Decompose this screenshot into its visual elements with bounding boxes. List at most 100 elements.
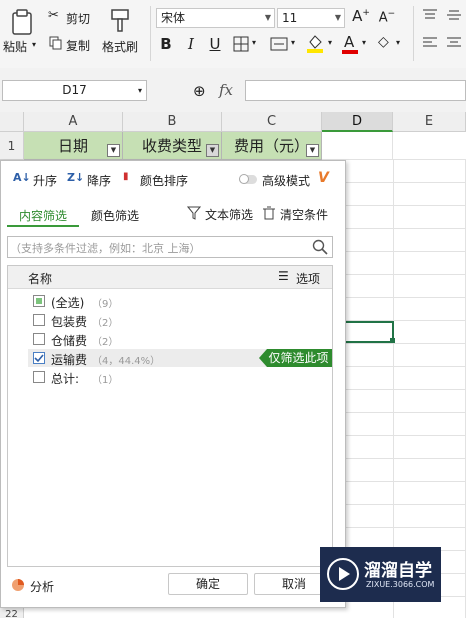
font-name-select[interactable]: 宋体 ▼ xyxy=(156,8,275,28)
sort-descending-button[interactable]: Z↓ 降序 xyxy=(67,171,115,189)
advanced-mode-toggle[interactable]: 高级模式 V xyxy=(239,170,335,189)
row-header-22[interactable]: 22 xyxy=(0,608,24,620)
color-sort-button[interactable]: ▮ 颜色排序 xyxy=(123,171,195,189)
checkbox-unchecked[interactable] xyxy=(33,333,45,345)
search-icon xyxy=(312,239,328,255)
checkbox-unchecked[interactable] xyxy=(33,371,45,383)
header-cell-date[interactable]: 日期 ▼ xyxy=(24,132,123,160)
item-count: （2） xyxy=(92,318,119,329)
fx-button[interactable]: fx xyxy=(219,81,233,99)
column-label: D xyxy=(351,114,362,129)
partial-fill xyxy=(36,298,42,304)
tab-label: 颜色筛选 xyxy=(91,209,140,223)
tab-color-filter[interactable]: 颜色筛选 xyxy=(83,201,155,227)
align-left-button[interactable] xyxy=(422,36,438,52)
checkbox-partial[interactable] xyxy=(33,295,45,307)
list-item-select-all[interactable]: (全选) （9） xyxy=(8,292,332,310)
copy-icon xyxy=(49,36,62,50)
bold-button[interactable]: B xyxy=(158,35,174,53)
column-header-b[interactable]: B xyxy=(123,112,222,132)
name-box-value: D17 xyxy=(62,83,87,97)
options-button[interactable]: ☰ 选项 xyxy=(278,269,328,286)
toggle-knob xyxy=(239,174,249,184)
cell-text: 费用（元） xyxy=(233,137,309,155)
column-header-c[interactable]: C xyxy=(222,112,322,132)
filter-dropdown-icon[interactable]: ▼ xyxy=(306,144,319,157)
select-all-corner[interactable] xyxy=(0,112,24,132)
merge-cells-button[interactable]: ▾ xyxy=(270,34,302,54)
filter-search-input[interactable]: （支持多条件过滤，例如：北京 上海） xyxy=(7,236,333,258)
checkmark-icon xyxy=(34,354,44,363)
align-center-icon xyxy=(447,37,461,47)
item-count: （2） xyxy=(92,337,119,348)
copy-label: 复制 xyxy=(66,39,91,53)
only-filter-this-button[interactable]: 仅筛选此项 xyxy=(259,349,332,367)
column-header-e[interactable]: E xyxy=(393,112,466,132)
clear-conditions-button[interactable]: 清空条件 xyxy=(263,205,335,223)
cut-label: 剪切 xyxy=(66,12,91,26)
header-cell-fee-type[interactable]: 收费类型 ▼ xyxy=(123,132,222,160)
item-label: 仓储费 xyxy=(51,334,88,348)
tab-content-filter[interactable]: 内容筛选 xyxy=(7,201,79,227)
sort-ascending-button[interactable]: A↓ 升序 xyxy=(13,171,61,189)
align-middle-button[interactable] xyxy=(446,8,462,24)
paste-button[interactable]: 粘贴 ▾ xyxy=(3,4,43,54)
align-middle-icon xyxy=(447,10,461,20)
chevron-down-icon: ▾ xyxy=(291,38,296,47)
checkbox-checked[interactable] xyxy=(33,352,45,364)
cut-button[interactable]: ✂ 剪切 xyxy=(48,8,96,26)
divider xyxy=(413,6,414,61)
cell-d1[interactable] xyxy=(322,132,393,160)
paint-bucket-icon xyxy=(307,35,323,53)
column-header-a[interactable]: A xyxy=(24,112,123,132)
item-label: 包装费 xyxy=(51,315,88,329)
italic-button[interactable]: I xyxy=(183,35,199,53)
toggle-switch xyxy=(239,174,257,184)
ribbon-toolbar: 粘贴 ▾ ✂ 剪切 复制 格式刷 宋体 ▼ 11 ▼ A+ A− B I U ▾… xyxy=(0,0,466,69)
checkbox-unchecked[interactable] xyxy=(33,314,45,326)
cancel-label: 取消 xyxy=(281,577,306,591)
align-top-button[interactable] xyxy=(422,8,438,24)
column-header-d[interactable]: D xyxy=(322,112,393,132)
font-color-swatch xyxy=(342,50,358,54)
grow-font-button[interactable]: A+ xyxy=(351,7,371,25)
clear-format-button[interactable]: ◇ ▾ xyxy=(378,33,408,55)
align-top-icon xyxy=(423,9,437,19)
copy-button[interactable]: 复制 xyxy=(48,35,96,53)
cell-text: 日期 xyxy=(57,137,88,155)
name-box[interactable]: D17 ▾ xyxy=(2,80,147,101)
text-filter-label: 文本筛选 xyxy=(205,208,254,222)
formula-input[interactable] xyxy=(245,80,466,101)
underline-icon: U xyxy=(209,35,221,53)
list-item-packaging[interactable]: 包装费 （2） xyxy=(8,311,332,329)
list-item-transport[interactable]: 运输费 （4，44.4%） 仅筛选此项 xyxy=(28,349,332,367)
list-item-total[interactable]: 总计: （1） xyxy=(8,368,332,386)
text-filter-button[interactable]: 文本筛选 xyxy=(187,205,257,223)
fill-handle[interactable] xyxy=(390,338,395,343)
align-center-button[interactable] xyxy=(446,36,462,52)
trash-icon xyxy=(263,206,275,220)
format-painter-button[interactable]: 格式刷 xyxy=(100,4,142,54)
zoom-function-icon[interactable]: ⊕ xyxy=(193,82,206,100)
cell-e1[interactable] xyxy=(393,132,466,160)
row-header-1[interactable]: 1 xyxy=(0,132,24,160)
sort-ascending-label: 升序 xyxy=(33,174,58,188)
underline-button[interactable]: U xyxy=(207,35,223,53)
filter-dropdown-icon[interactable]: ▼ xyxy=(107,144,120,157)
ok-button[interactable]: 确定 xyxy=(168,573,248,595)
item-label: 总计: xyxy=(51,372,80,386)
header-cell-cost[interactable]: 费用（元） ▼ xyxy=(222,132,322,160)
grow-font-icon: A xyxy=(352,7,363,25)
fill-color-button[interactable]: ▾ xyxy=(306,33,338,55)
shrink-font-button[interactable]: A− xyxy=(377,9,397,25)
font-size-select[interactable]: 11 ▼ xyxy=(277,8,345,28)
filter-active-icon[interactable]: ▼ xyxy=(206,144,219,157)
font-name-value: 宋体 xyxy=(161,11,186,25)
item-count: （1） xyxy=(92,375,119,386)
analysis-button[interactable]: 分析 xyxy=(11,577,61,595)
font-color-button[interactable]: A ▾ xyxy=(342,33,372,55)
divider xyxy=(150,6,151,61)
list-item-storage[interactable]: 仓储费 （2） xyxy=(8,330,332,348)
paste-label: 粘贴 xyxy=(3,40,28,54)
borders-button[interactable]: ▾ xyxy=(233,34,263,54)
